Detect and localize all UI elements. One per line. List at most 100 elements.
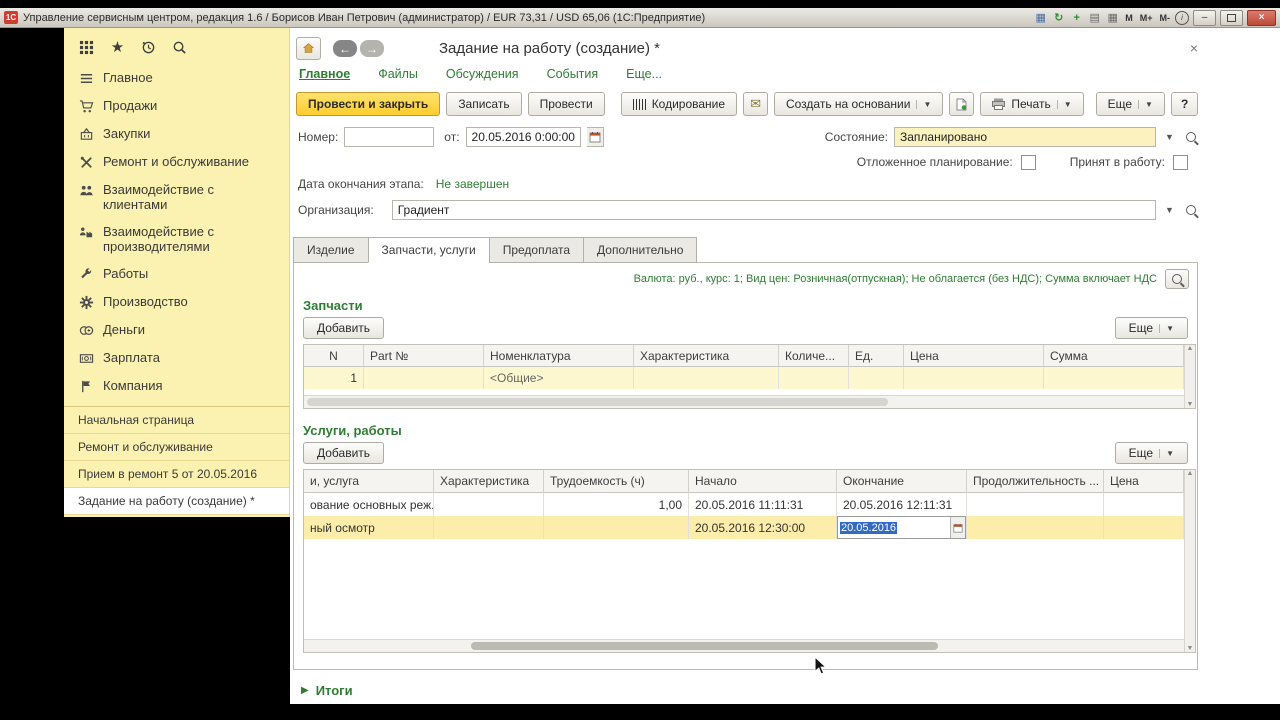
end-date-editor[interactable]: 20.05.2016: [837, 516, 966, 539]
cell-end[interactable]: 20.05.2016 12:11:31: [837, 493, 967, 516]
cell-calendar-button[interactable]: [950, 517, 965, 538]
cell-price[interactable]: [1104, 516, 1184, 539]
scroll-up-icon[interactable]: ▲: [1187, 470, 1194, 477]
help-button[interactable]: ?: [1171, 92, 1198, 116]
cell-start[interactable]: 20.05.2016 11:11:31: [689, 493, 837, 516]
memory-mplus-button[interactable]: M+: [1138, 11, 1155, 25]
number-input[interactable]: [344, 127, 434, 147]
services-hscrollbar[interactable]: [304, 639, 1184, 652]
cell-n[interactable]: 1: [304, 367, 364, 389]
tab-discussions[interactable]: Обсуждения: [446, 67, 519, 81]
add-icon[interactable]: +: [1069, 11, 1084, 25]
back-button[interactable]: ←: [333, 40, 357, 57]
close-window-button[interactable]: ×: [1247, 10, 1276, 26]
sidebar-item-purchases[interactable]: Закупки: [64, 120, 289, 148]
column-header[interactable]: Part №: [364, 345, 484, 367]
date-input[interactable]: 20.05.2016 0:00:00: [466, 127, 581, 147]
sidebar-item-client-interaction[interactable]: Взаимодействие с клиентами: [64, 176, 289, 218]
home-button[interactable]: [296, 37, 321, 60]
scrollbar-thumb[interactable]: [307, 398, 888, 406]
sidebar-item-company[interactable]: Компания: [64, 372, 289, 400]
tab-main[interactable]: Главное: [299, 67, 350, 81]
sidebar-item-repair-service[interactable]: Ремонт и обслуживание: [64, 148, 289, 176]
cell-characteristic[interactable]: [634, 367, 779, 389]
prices-search-button[interactable]: [1165, 269, 1189, 289]
cell-effort[interactable]: [544, 516, 689, 539]
parts-vscrollbar[interactable]: ▲▼: [1184, 345, 1195, 408]
tab-more[interactable]: Еще...: [626, 67, 662, 81]
column-header[interactable]: Цена: [1104, 470, 1184, 493]
column-header[interactable]: Номенклатура: [484, 345, 634, 367]
mail-button[interactable]: ✉: [743, 92, 768, 116]
sidebar-item-works[interactable]: Работы: [64, 260, 289, 288]
post-button[interactable]: Провести: [528, 92, 605, 116]
cell-price[interactable]: [904, 367, 1044, 389]
services-more-button[interactable]: Еще ▼: [1115, 442, 1188, 464]
tab-files[interactable]: Файлы: [378, 67, 418, 81]
column-header[interactable]: N: [304, 345, 364, 367]
cell-start[interactable]: 20.05.2016 12:30:00: [689, 516, 837, 539]
cell-effort[interactable]: 1,00: [544, 493, 689, 516]
cell-characteristic[interactable]: [434, 493, 544, 516]
info-icon[interactable]: i: [1175, 11, 1189, 25]
function-menu-icon[interactable]: [78, 39, 95, 56]
totals-group[interactable]: ▶ Итоги: [290, 670, 1280, 698]
create-based-on-button[interactable]: Создать на основании ▼: [774, 92, 943, 116]
sidebar-item-sales[interactable]: Продажи: [64, 92, 289, 120]
close-document-icon[interactable]: ×: [1190, 40, 1198, 56]
cell-service[interactable]: ный осмотр: [304, 516, 434, 539]
cell-characteristic[interactable]: [434, 516, 544, 539]
sidebar-item-manufacturer-interaction[interactable]: Взаимодействие с производителями: [64, 218, 289, 260]
scroll-down-icon[interactable]: ▼: [1187, 401, 1194, 408]
column-header[interactable]: Цена: [904, 345, 1044, 367]
minimize-button[interactable]: –: [1193, 10, 1216, 26]
save-button[interactable]: Записать: [446, 92, 521, 116]
column-header[interactable]: Начало: [689, 470, 837, 493]
open-window-home[interactable]: Начальная страница: [64, 407, 289, 434]
calendar-tray-icon[interactable]: ▦: [1105, 11, 1120, 25]
services-table-row[interactable]: ование основных реж... 1,00 20.05.2016 1…: [304, 493, 1184, 516]
coding-button[interactable]: Кодирование: [621, 92, 737, 116]
sidebar-item-main[interactable]: Главное: [64, 64, 289, 92]
cell-sum[interactable]: [1044, 367, 1184, 389]
column-header[interactable]: Продолжительность ...: [967, 470, 1104, 493]
scrollbar-thumb[interactable]: [471, 642, 937, 650]
cell-duration[interactable]: [967, 493, 1104, 516]
state-dropdown-icon[interactable]: ▼: [1162, 128, 1177, 146]
services-table-row-selected[interactable]: ный осмотр 20.05.2016 12:30:00 20.05.201…: [304, 516, 1184, 539]
sidebar-item-salary[interactable]: Зарплата: [64, 344, 289, 372]
open-window-work-order-active[interactable]: Задание на работу (создание) *: [64, 488, 289, 515]
column-header[interactable]: и, услуга: [304, 470, 434, 493]
new-document-button[interactable]: [949, 92, 974, 116]
tab-additional[interactable]: Дополнительно: [583, 237, 697, 263]
tab-parts-services[interactable]: Запчасти, услуги: [368, 237, 489, 263]
organization-dropdown-icon[interactable]: ▼: [1162, 201, 1177, 219]
services-add-button[interactable]: Добавить: [303, 442, 384, 464]
favorites-star-icon[interactable]: ★: [109, 39, 126, 56]
state-open-button[interactable]: [1183, 128, 1198, 146]
parts-hscrollbar[interactable]: [304, 395, 1184, 408]
parts-add-button[interactable]: Добавить: [303, 317, 384, 339]
organization-combo[interactable]: Градиент: [392, 200, 1156, 220]
scroll-down-icon[interactable]: ▼: [1187, 645, 1194, 652]
service-menu-icon[interactable]: ▦: [1033, 11, 1048, 25]
search-icon[interactable]: [171, 39, 188, 56]
column-header[interactable]: Окончание: [837, 470, 967, 493]
cell-nomenclature[interactable]: <Общие>: [484, 367, 634, 389]
cell-price[interactable]: [1104, 493, 1184, 516]
column-header[interactable]: Сумма: [1044, 345, 1184, 367]
cell-unit[interactable]: [849, 367, 904, 389]
memory-mminus-button[interactable]: M-: [1158, 11, 1173, 25]
open-window-repair-service[interactable]: Ремонт и обслуживание: [64, 434, 289, 461]
memory-m-button[interactable]: M: [1123, 11, 1135, 25]
more-button[interactable]: Еще ▼: [1096, 92, 1165, 116]
parts-table-row[interactable]: 1 <Общие>: [304, 367, 1184, 389]
column-header[interactable]: Трудоемкость (ч): [544, 470, 689, 493]
tab-prepayment[interactable]: Предоплата: [489, 237, 583, 263]
column-header[interactable]: Ед.: [849, 345, 904, 367]
open-window-repair-intake[interactable]: Прием в ремонт 5 от 20.05.2016: [64, 461, 289, 488]
state-combo[interactable]: Запланировано: [894, 127, 1156, 147]
sidebar-item-money[interactable]: Деньги: [64, 316, 289, 344]
column-header[interactable]: Характеристика: [434, 470, 544, 493]
print-button[interactable]: Печать ▼: [980, 92, 1083, 116]
